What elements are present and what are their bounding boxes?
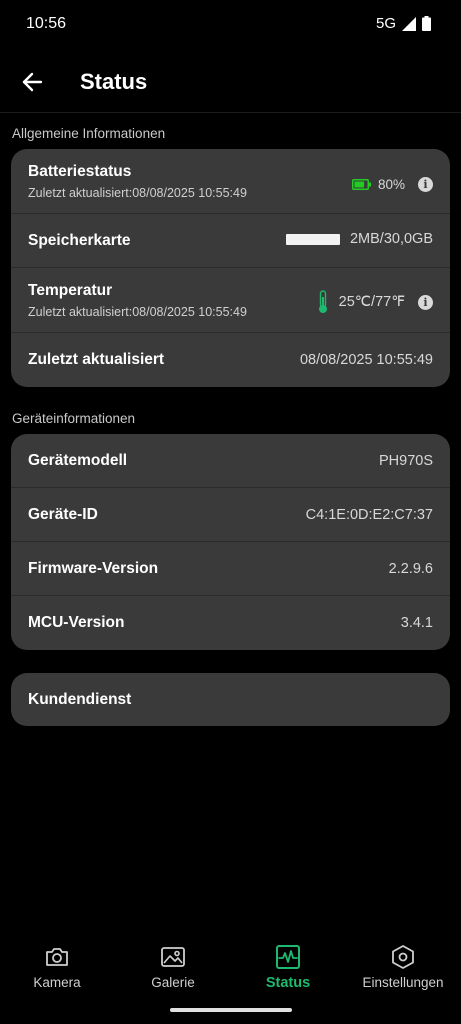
storage-usage-text: 2MB/30,0GB — [349, 231, 433, 247]
battery-status-row: Batteriestatus Zuletzt aktualisiert:08/0… — [11, 149, 450, 214]
status-screen: 10:56 5G Status Allgemeine Informationen… — [0, 0, 461, 1024]
clock: 10:56 — [26, 15, 67, 32]
last-updated-title: Zuletzt aktualisiert — [28, 351, 165, 368]
signal-icon — [402, 16, 416, 31]
device-id-value: C4:1E:0D:E2:C7:37 — [305, 507, 433, 523]
camera-icon — [46, 948, 68, 966]
device-id-row: Geräte-ID C4:1E:0D:E2:C7:37 — [11, 488, 450, 542]
device-id-title: Geräte-ID — [28, 506, 98, 523]
device-model-row: Gerätemodell PH970S — [11, 434, 450, 488]
customer-service-button[interactable]: Kundendienst — [11, 673, 450, 726]
thermometer-icon — [318, 290, 327, 313]
firmware-version-title: Firmware-Version — [28, 560, 159, 577]
temperature-info-icon[interactable]: i — [418, 294, 433, 310]
general-section-label: Allgemeine Informationen — [12, 126, 166, 141]
temperature-updated: Zuletzt aktualisiert:08/08/2025 10:55:49 — [28, 305, 247, 319]
temperature-value: 25℃/77℉ i — [317, 290, 433, 314]
last-updated-value: 08/08/2025 10:55:49 — [299, 352, 433, 368]
mcu-version-value: 3.4.1 — [400, 615, 433, 631]
battery-level-icon — [351, 179, 371, 190]
device-info-card: Gerätemodell PH970S Geräte-ID C4:1E:0D:E… — [11, 434, 450, 650]
home-indicator[interactable] — [170, 1008, 292, 1012]
device-model-value: PH970S — [378, 453, 433, 469]
nav-label-settings: Einstellungen — [362, 975, 444, 990]
temperature-title: Temperatur — [28, 282, 113, 299]
device-model-title: Gerätemodell — [28, 452, 128, 469]
battery-percent: 80% — [377, 177, 405, 192]
page-title: Status — [80, 69, 148, 94]
temperature-row: Temperatur Zuletzt aktualisiert:08/08/20… — [11, 268, 450, 333]
customer-service-label: Kundendienst — [28, 691, 132, 708]
last-updated-row: Zuletzt aktualisiert 08/08/2025 10:55:49 — [11, 333, 450, 387]
battery-icon — [422, 16, 431, 31]
storage-card-title: Speicherkarte — [28, 232, 131, 249]
battery-status-updated: Zuletzt aktualisiert:08/08/2025 10:55:49 — [28, 186, 247, 200]
mcu-version-title: MCU-Version — [28, 614, 125, 631]
mcu-version-row: MCU-Version 3.4.1 — [11, 596, 450, 650]
bottom-navigation: Kamera Galerie Status Einstellungen — [0, 936, 461, 1006]
nav-label-camera: Kamera — [33, 975, 81, 990]
settings-hexagon-icon — [392, 945, 414, 969]
nav-label-status: Status — [265, 975, 311, 991]
back-button[interactable] — [14, 64, 50, 100]
storage-usage-bar — [285, 233, 340, 245]
battery-status-title: Batteriestatus — [28, 163, 132, 180]
storage-card-row: Speicherkarte 2MB/30,0GB — [11, 214, 450, 268]
battery-info-icon[interactable]: i — [418, 177, 433, 192]
nav-label-gallery: Galerie — [151, 975, 195, 990]
nav-item-status[interactable]: Status — [233, 936, 343, 991]
arrow-left-icon — [22, 72, 43, 92]
firmware-version-value: 2.2.9.6 — [388, 561, 433, 577]
storage-card-value: 2MB/30,0GB — [285, 231, 433, 247]
nav-item-gallery[interactable]: Galerie — [118, 936, 228, 990]
temperature-reading: 25℃/77℉ — [338, 294, 405, 310]
nav-item-settings[interactable]: Einstellungen — [348, 936, 458, 990]
app-header: Status — [0, 52, 461, 113]
firmware-version-row: Firmware-Version 2.2.9.6 — [11, 542, 450, 596]
battery-status-value: 80% i — [351, 177, 433, 192]
nav-item-camera[interactable]: Kamera — [2, 936, 112, 990]
general-info-card: Batteriestatus Zuletzt aktualisiert:08/0… — [11, 149, 450, 387]
gallery-icon — [161, 947, 185, 967]
system-status-bar: 10:56 5G — [0, 0, 461, 50]
network-type: 5G — [375, 15, 396, 32]
device-section-label: Geräteinformationen — [12, 411, 136, 426]
status-pulse-icon — [276, 945, 300, 969]
status-icons: 5G — [376, 15, 431, 32]
